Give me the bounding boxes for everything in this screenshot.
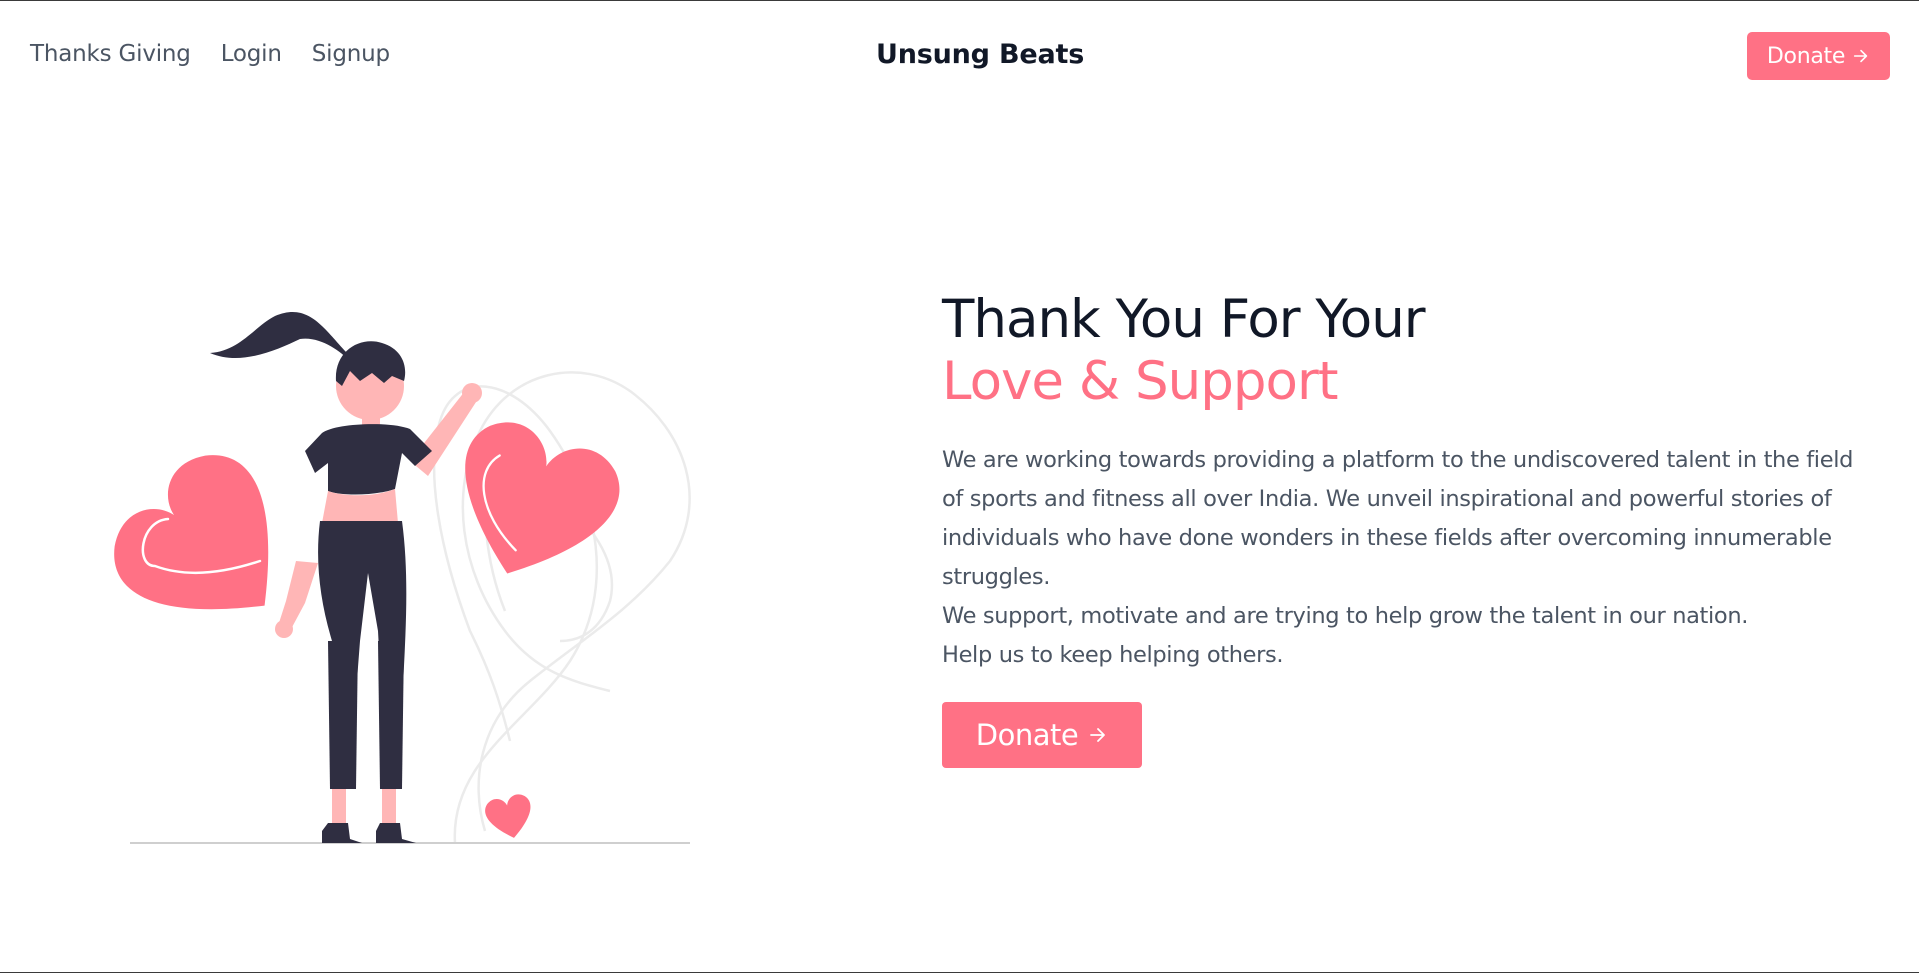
hero-paragraph-2: We support, motivate and are trying to h… [942, 603, 1749, 629]
brand-logo-text[interactable]: Unsung Beats [876, 39, 1084, 70]
heart-small-icon [485, 794, 531, 838]
nav-donate-label: Donate [1766, 43, 1846, 69]
nav-link-thanks-giving[interactable]: Thanks Giving [30, 41, 191, 67]
hero-paragraph-3: Help us to keep helping others. [942, 642, 1284, 668]
nav-link-signup[interactable]: Signup [312, 41, 390, 67]
hero-section: Thank You For Your Love & Support We are… [942, 289, 1882, 768]
arrow-right-icon [1090, 728, 1106, 742]
woman-holding-hearts-illustration [114, 311, 691, 844]
page: Thanks Giving Login Signup Unsung Beats … [0, 0, 1919, 973]
hero-title: Thank You For Your Love & Support [942, 289, 1882, 413]
hero-paragraph-1: We are working towards providing a platf… [942, 447, 1854, 590]
nav-link-login[interactable]: Login [221, 41, 282, 67]
nav-donate-button[interactable]: Donate [1747, 32, 1890, 80]
hero-title-line2: Love & Support [942, 351, 1339, 412]
hero-donate-label: Donate [975, 718, 1079, 752]
hero-donate-button[interactable]: Donate [942, 702, 1142, 768]
arrow-right-icon [1853, 49, 1868, 63]
navbar: Thanks Giving Login Signup Unsung Beats … [0, 1, 1919, 113]
nav-links: Thanks Giving Login Signup [30, 41, 390, 67]
hero-title-line1: Thank You For Your [942, 289, 1426, 350]
hero-description: We are working towards providing a platf… [942, 441, 1872, 675]
